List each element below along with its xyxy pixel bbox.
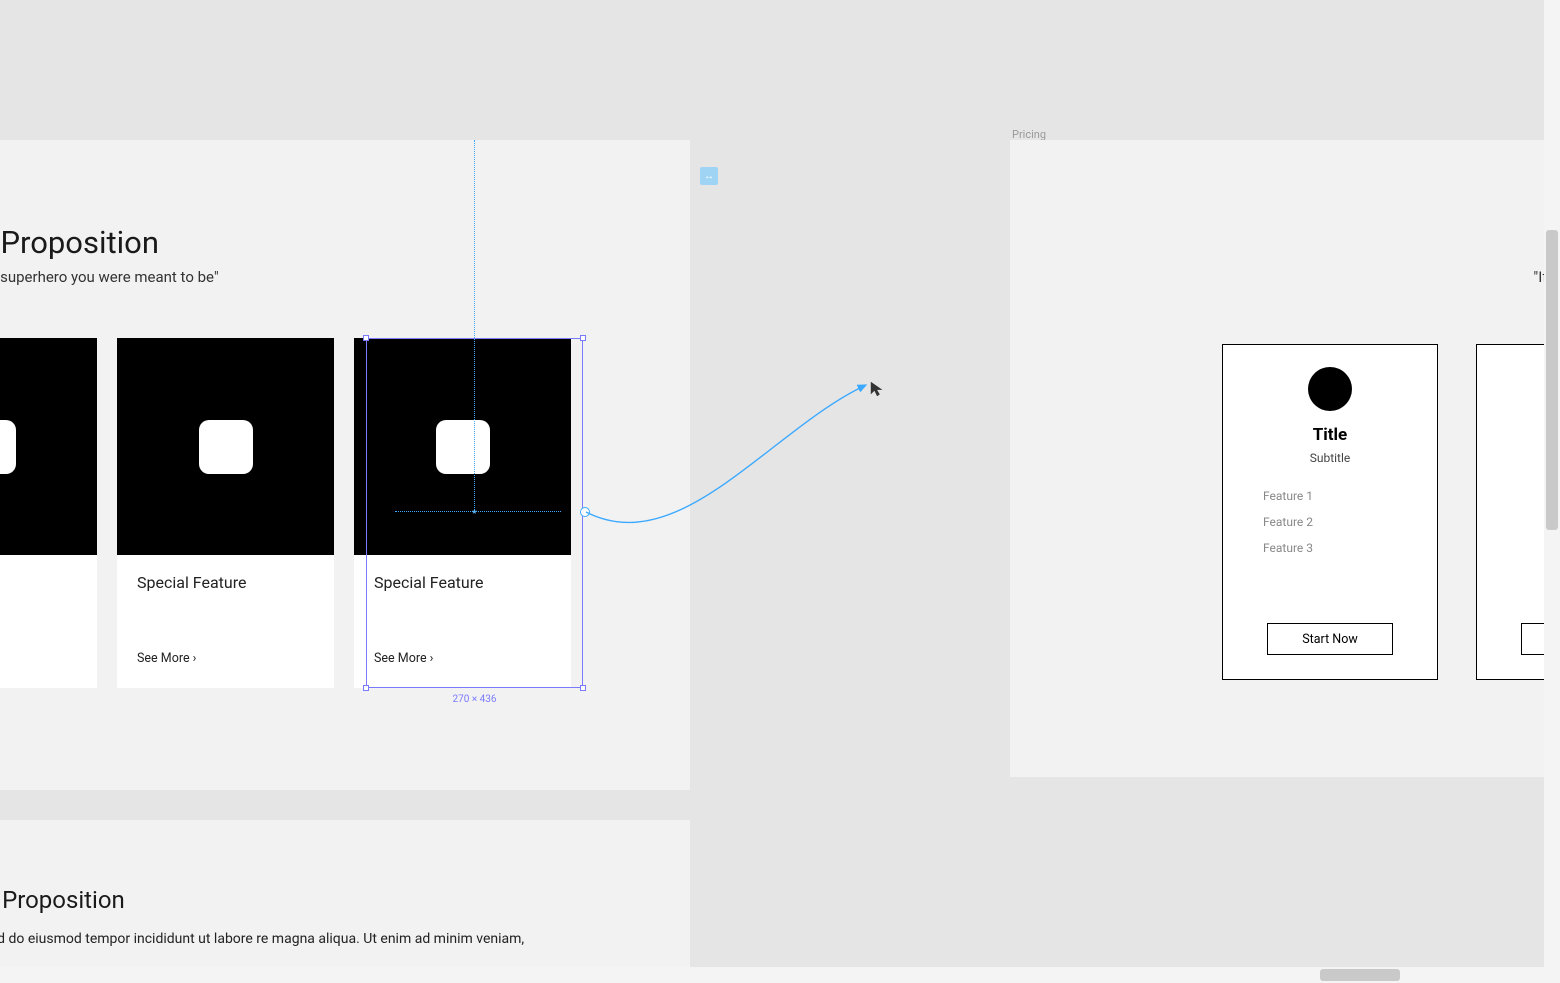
feature-card-title: Special Feature <box>374 573 551 592</box>
design-canvas[interactable]: r Best Value Proposition pp, you won't b… <box>0 0 1560 983</box>
pricing-feature: Feature 1 <box>1263 489 1313 503</box>
pricing-card-title: Title <box>1313 425 1347 445</box>
value-prop-frame[interactable]: Your Best Value Proposition nsectetur ad… <box>0 820 690 983</box>
feature-card-link[interactable]: See More › <box>374 651 433 666</box>
pricing-cta-button[interactable]: Start Now <box>1267 623 1393 655</box>
feature-card-title: Special Feature <box>137 573 314 592</box>
feature-card[interactable]: ure <box>0 338 97 688</box>
pricing-card-subtitle: Subtitle <box>1310 451 1351 465</box>
feature-card-selected[interactable]: Special Feature See More › <box>354 338 571 688</box>
value-prop-body: nsectetur adipiscing elit, sed do eiusmo… <box>0 928 528 950</box>
placeholder-icon <box>436 420 490 474</box>
horizontal-scrollbar-thumb[interactable] <box>1320 969 1400 981</box>
feature-card-link[interactable]: See More › <box>137 651 196 666</box>
features-subheading: pp, you won't become the superhero you w… <box>0 268 219 286</box>
feature-card-image <box>0 338 97 555</box>
pricing-card[interactable]: Title Subtitle Feature 1 Feature 2 Featu… <box>1222 344 1438 680</box>
feature-card-image <box>354 338 571 555</box>
feature-card-image <box>117 338 334 555</box>
cursor-icon <box>869 380 887 398</box>
resize-constraint-chip[interactable]: ↔ <box>700 167 718 185</box>
feature-card-title: ure <box>0 573 77 592</box>
placeholder-icon <box>0 420 16 474</box>
feature-cards-row: ure Special Feature See More › <box>0 338 571 688</box>
pricing-feature: Feature 3 <box>1263 541 1313 555</box>
pricing-frame[interactable]: Transpa "If you don't try this app, you … <box>1010 140 1560 777</box>
vertical-scrollbar-thumb[interactable] <box>1546 230 1558 530</box>
pricing-feature: Feature 2 <box>1263 515 1313 529</box>
features-heading: r Best Value Proposition <box>0 224 159 261</box>
pricing-cards-row: Title Subtitle Feature 1 Feature 2 Featu… <box>1222 344 1560 680</box>
features-frame[interactable]: r Best Value Proposition pp, you won't b… <box>0 140 690 790</box>
horizontal-scrollbar[interactable] <box>0 967 1560 983</box>
vertical-scrollbar[interactable] <box>1544 0 1560 983</box>
resize-icon: ↔ <box>704 171 714 182</box>
feature-card[interactable]: Special Feature See More › <box>117 338 334 688</box>
placeholder-icon <box>199 420 253 474</box>
value-prop-heading: Your Best Value Proposition <box>0 886 125 914</box>
pricing-card-avatar <box>1308 367 1352 411</box>
